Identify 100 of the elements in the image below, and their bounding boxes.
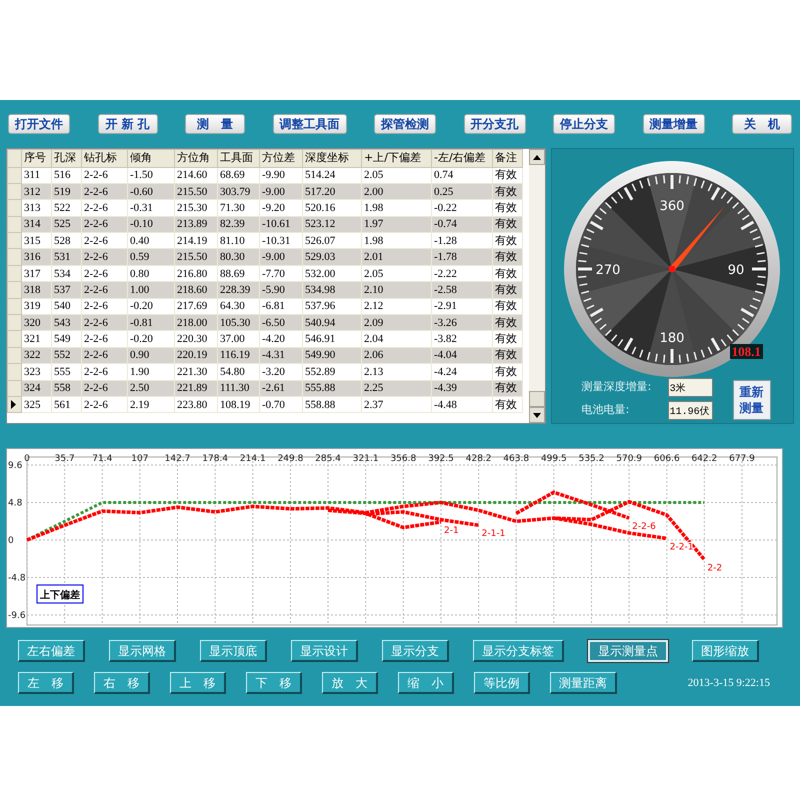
table-cell: 552.89: [302, 364, 362, 380]
table-cell: 549: [52, 330, 82, 348]
x-tick-label: 285.4: [315, 454, 341, 464]
table-cell: -2.61: [260, 380, 302, 396]
dial-label: 180: [659, 331, 684, 346]
table-cell: 0.74: [432, 167, 492, 184]
x-tick-label: 535.2: [578, 454, 604, 464]
table-cell: -4.48: [432, 396, 492, 413]
table-cell: 311: [22, 167, 52, 184]
table-cell: 有效: [492, 330, 522, 348]
table-cell: 321: [22, 330, 52, 348]
table-cell: -4.20: [260, 330, 302, 348]
table-cell: 1.98: [362, 200, 432, 216]
field-label: 测量深度增量:: [582, 379, 652, 396]
table-cell: -9.00: [260, 248, 302, 266]
branch-label: 2-2-6: [632, 522, 656, 532]
table-cell: 有效: [492, 364, 522, 380]
table-cell: -0.20: [128, 330, 174, 348]
table-cell: 529.03: [302, 248, 362, 266]
table-cell: 220.30: [174, 330, 218, 348]
table-cell: 558.88: [302, 396, 362, 413]
x-tick-label: 606.6: [654, 454, 680, 464]
table-cell: 522: [52, 200, 82, 216]
branch-label: 2-1-1: [482, 529, 506, 540]
table-cell: 555.88: [302, 380, 362, 396]
table-cell: 2.19: [128, 396, 174, 413]
table-cell: 531: [52, 248, 82, 266]
x-tick-label: 392.5: [428, 454, 454, 464]
table-cell: 2.10: [362, 282, 432, 298]
table-cell: 313: [22, 200, 52, 216]
table-cell: 2-2-6: [82, 364, 128, 380]
table-cell: 2.25: [362, 380, 432, 396]
dial-label: 270: [595, 263, 620, 278]
table-cell: -1.78: [432, 248, 492, 266]
table-cell: 68.69: [218, 167, 260, 184]
table-cell: 71.30: [218, 200, 260, 216]
table-cell: 323: [22, 364, 52, 380]
x-tick-label: 499.5: [540, 454, 567, 464]
table-cell: 316: [22, 248, 52, 266]
x-tick-label: 356.8: [390, 454, 416, 464]
y-tick-label: -4.8: [8, 574, 26, 584]
table-cell: 520.16: [302, 200, 362, 216]
table-cell: 2-2-6: [82, 396, 128, 413]
y-tick-label: 0: [8, 536, 14, 546]
table-cell: 108.19: [218, 396, 260, 413]
table-cell: 2.13: [362, 364, 432, 380]
table-cell: 221.89: [174, 380, 218, 396]
table-cell: 2-2-6: [82, 167, 128, 184]
x-tick-label: 0: [24, 454, 30, 464]
table-cell: -0.70: [260, 396, 302, 413]
table-cell: 534.98: [302, 282, 362, 298]
table-cell: -0.31: [128, 200, 174, 216]
table-cell: 558: [52, 380, 82, 396]
x-tick-label: 321.1: [352, 454, 379, 464]
table-cell: 2-2-6: [82, 380, 128, 396]
y-tick-label: 4.8: [8, 498, 22, 508]
x-tick-label: 570.9: [616, 454, 642, 464]
x-tick-label: 214.1: [240, 454, 266, 464]
table-cell: 215.50: [174, 248, 218, 266]
table-cell: 有效: [492, 200, 522, 216]
date-time: 2013-3-15 9:22:15: [688, 676, 770, 691]
x-tick-label: 178.4: [202, 454, 228, 464]
table-cell: -9.90: [260, 167, 302, 184]
table-cell: 2.37: [362, 396, 432, 413]
table-cell: 2-2-6: [82, 200, 128, 216]
table-cell: -0.22: [432, 200, 492, 216]
x-tick-label: 463.8: [503, 454, 530, 464]
table-cell: 516: [52, 167, 82, 184]
table-cell: 221.30: [174, 364, 218, 380]
table-cell: 1.90: [128, 364, 174, 380]
x-tick-label: 142.7: [164, 454, 190, 464]
table-cell: -9.20: [260, 200, 302, 216]
table-cell: 2-2-6: [82, 330, 128, 348]
field-label: 电池电量:: [582, 402, 630, 418]
table-cell: -5.90: [260, 282, 302, 298]
table-cell: 111.30: [218, 380, 260, 396]
x-tick-label: 249.8: [278, 454, 304, 464]
table-cell: 有效: [492, 396, 522, 413]
table-cell: 80.30: [218, 248, 260, 266]
table-cell: 561: [52, 396, 82, 413]
table-cell: 2.50: [128, 380, 174, 396]
y-tick-label: 9.6: [8, 461, 22, 471]
x-tick-label: 428.2: [466, 454, 492, 464]
table-cell: 2-2-6: [82, 248, 128, 266]
table-cell: 325: [22, 396, 52, 413]
x-tick-label: 35.7: [54, 454, 75, 464]
table-cell: 有效: [492, 167, 522, 184]
table-cell: 2.05: [362, 167, 432, 184]
branch-label: 2-2: [707, 564, 722, 574]
y-tick-label: -9.6: [8, 611, 26, 621]
table-cell: 37.00: [218, 330, 260, 348]
table-cell: 324: [22, 380, 52, 396]
table-cell: 有效: [492, 380, 522, 396]
table-cell: -1.50: [128, 167, 174, 184]
table-cell: 2-2-6: [82, 282, 128, 298]
table-cell: 1.00: [128, 282, 174, 298]
table-cell: -2.58: [432, 282, 492, 298]
x-tick-label: 677.9: [729, 454, 755, 464]
chart-title: 上下偏差: [36, 584, 84, 604]
dial-label: 360: [659, 199, 684, 214]
